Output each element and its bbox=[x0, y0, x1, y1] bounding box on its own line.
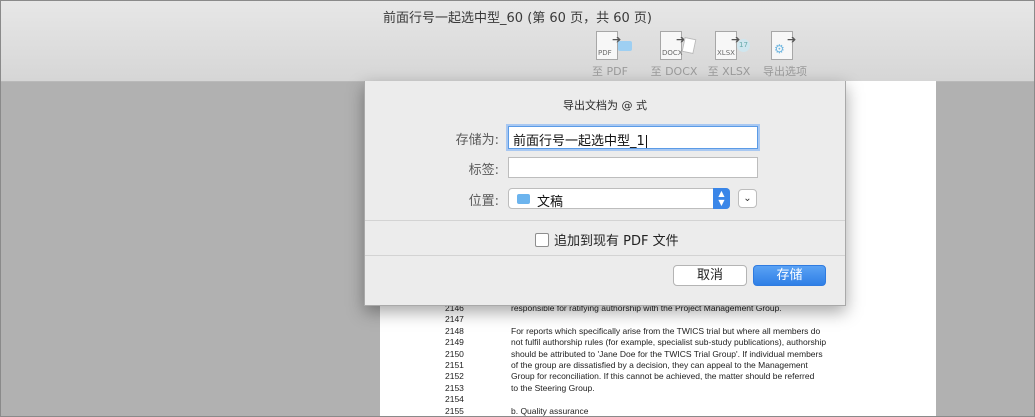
save-as-input[interactable]: 前面行号一起选中型_1 bbox=[508, 126, 758, 149]
line-number: 2150 bbox=[445, 348, 464, 359]
cancel-button[interactable]: 取消 bbox=[673, 265, 747, 286]
document-line: 2153 to the Steering Group. bbox=[380, 383, 936, 394]
line-text: to the Steering Group. bbox=[511, 382, 595, 393]
line-text: should be attributed to 'Jane Doe for th… bbox=[511, 348, 823, 359]
export-options-icon: ➔ ⚙ bbox=[763, 29, 807, 61]
document-line: 2148 For reports which specifically arise… bbox=[380, 326, 936, 337]
document-line: 2152 Group for reconciliation. If this ca… bbox=[380, 371, 936, 382]
export-docx-icon: DOCX ➔ bbox=[652, 29, 697, 61]
line-text: b. Quality assurance bbox=[511, 405, 589, 416]
dialog-title: 导出文档为 @ 式 bbox=[563, 99, 647, 112]
export-pdf-button[interactable]: PDF ➔ 至 PDF bbox=[579, 29, 641, 79]
line-number: 2147 bbox=[445, 314, 464, 325]
line-text: For reports which specifically arise fro… bbox=[511, 325, 821, 336]
document-line: 2149 not fulfil authorship rules (for exa… bbox=[380, 337, 936, 348]
line-text: not fulfil authorship rules (for example… bbox=[511, 337, 827, 348]
export-options-button[interactable]: ➔ ⚙ 导出选项 bbox=[754, 29, 816, 79]
line-number: 2154 bbox=[445, 394, 464, 405]
tags-label: 标签: bbox=[468, 163, 499, 178]
location-select[interactable]: 文稿 ▲ ▼ bbox=[508, 188, 730, 210]
location-value: 文稿 bbox=[537, 195, 564, 210]
chevron-down-icon: ⌄ bbox=[743, 193, 752, 204]
export-docx-button[interactable]: DOCX ➔ 至 DOCX bbox=[643, 29, 705, 79]
line-text: of the group are dissatisfied by a decis… bbox=[511, 359, 808, 370]
gear-icon: ⚙ bbox=[774, 42, 785, 56]
document-line: 2147 bbox=[380, 314, 936, 325]
export-pdf-label: 至 PDF bbox=[592, 65, 628, 78]
line-number: 2155 bbox=[445, 405, 464, 416]
save-as-label: 存储为: bbox=[455, 133, 499, 148]
folder-icon bbox=[517, 194, 530, 204]
append-pdf-label: 追加到现有 PDF 文件 bbox=[554, 234, 679, 249]
divider bbox=[365, 255, 845, 256]
line-number: 2152 bbox=[445, 371, 464, 382]
document-line: 2151 of the group are dissatisfied by a d… bbox=[380, 360, 936, 371]
save-button[interactable]: 存储 bbox=[753, 265, 826, 286]
document-line: 2155 b. Quality assurance bbox=[380, 405, 936, 416]
divider bbox=[365, 220, 845, 221]
append-pdf-checkbox[interactable] bbox=[535, 233, 549, 247]
line-number: 2148 bbox=[445, 325, 464, 336]
export-docx-label: 至 DOCX bbox=[650, 65, 698, 78]
window-title: 前面行号一起选中型_60 (第 60 页，共 60 页) bbox=[383, 11, 652, 26]
line-number: 2149 bbox=[445, 337, 464, 348]
line-number: 2153 bbox=[445, 382, 464, 393]
select-stepper-icon: ▲ ▼ bbox=[713, 188, 730, 209]
line-number: 2151 bbox=[445, 359, 464, 370]
export-xlsx-icon: XLSX ➔ 17 bbox=[707, 29, 751, 61]
export-xlsx-button[interactable]: XLSX ➔ 17 至 XLSX bbox=[698, 29, 760, 79]
line-text: Group for reconciliation. If this cannot… bbox=[511, 371, 815, 382]
export-pdf-icon: PDF ➔ bbox=[588, 29, 632, 61]
export-dialog: 导出文档为 @ 式 存储为: 前面行号一起选中型_1 标签: 位置: 文稿 ▲ ▼… bbox=[364, 81, 846, 306]
append-pdf-row[interactable]: 追加到现有 PDF 文件 bbox=[535, 230, 679, 249]
export-xlsx-label: 至 XLSX bbox=[707, 65, 751, 78]
expand-dialog-button[interactable]: ⌄ bbox=[738, 189, 757, 208]
document-line: 2154 bbox=[380, 394, 936, 405]
location-label: 位置: bbox=[468, 194, 499, 209]
app-window: 前面行号一起选中型_60 (第 60 页，共 60 页) PDF ➔ 至 PDF… bbox=[0, 0, 1035, 417]
export-options-label: 导出选项 bbox=[763, 65, 807, 78]
document-lines: 2146 responsible for ratifying authorship… bbox=[380, 303, 936, 416]
toolbar: 前面行号一起选中型_60 (第 60 页，共 60 页) PDF ➔ 至 PDF… bbox=[1, 1, 1034, 82]
document-line: 2150 should be attributed to 'Jane Doe fo… bbox=[380, 349, 936, 360]
tags-input[interactable] bbox=[508, 157, 758, 178]
